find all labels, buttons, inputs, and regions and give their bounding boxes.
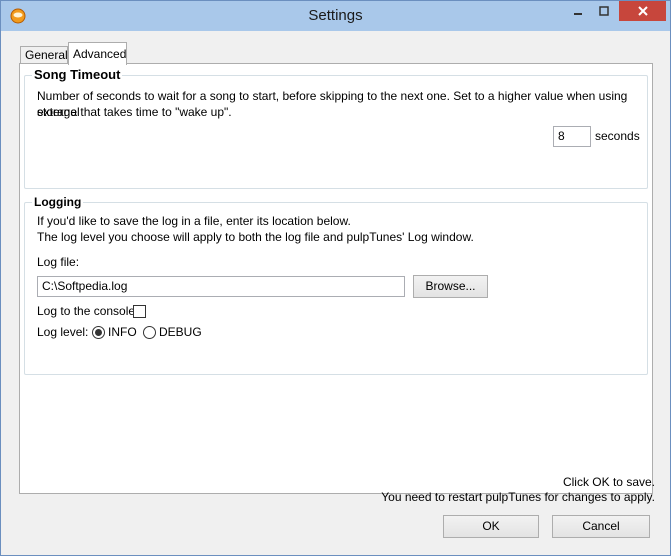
- song-timeout-description-2: storage that takes time to "wake up".: [37, 105, 232, 119]
- minimize-icon: [573, 13, 582, 15]
- close-icon: [637, 6, 648, 16]
- minimize-button[interactable]: [564, 1, 591, 21]
- log-level-label: Log level:: [37, 325, 89, 339]
- logging-group: Logging If you'd like to save the log in…: [24, 195, 648, 375]
- save-hint: Click OK to save.: [562, 475, 655, 489]
- maximize-button[interactable]: [591, 1, 617, 21]
- cancel-button[interactable]: Cancel: [552, 515, 650, 538]
- ok-button[interactable]: OK: [443, 515, 539, 538]
- tab-advanced[interactable]: Advanced: [68, 42, 127, 65]
- log-level-info-radio[interactable]: [92, 326, 105, 339]
- logging-title: Logging: [32, 195, 84, 209]
- logging-description-1: If you'd like to save the log in a file,…: [37, 214, 351, 228]
- timeout-seconds-input[interactable]: 8: [553, 126, 591, 147]
- log-level-debug-label[interactable]: DEBUG: [159, 324, 202, 340]
- logging-description-2: The log level you choose will apply to b…: [37, 230, 474, 244]
- browse-button[interactable]: Browse...: [413, 275, 488, 298]
- client-area: General Advanced Song Timeout Number of …: [9, 31, 662, 549]
- log-level-debug-radio[interactable]: [143, 326, 156, 339]
- log-console-label: Log to the console:: [37, 304, 139, 318]
- seconds-label: seconds: [595, 129, 640, 143]
- maximize-icon: [599, 6, 609, 16]
- close-button[interactable]: [619, 1, 666, 21]
- log-console-checkbox[interactable]: [133, 305, 146, 318]
- settings-window: Settings General Advanced Song Timeout N…: [0, 0, 671, 556]
- tab-general[interactable]: General: [20, 46, 68, 63]
- song-timeout-title: Song Timeout: [32, 67, 123, 82]
- log-file-input[interactable]: C:\Softpedia.log: [37, 276, 405, 297]
- song-timeout-group: Song Timeout Number of seconds to wait f…: [24, 67, 648, 189]
- log-file-label: Log file:: [37, 255, 80, 269]
- restart-hint: You need to restart pulpTunes for change…: [381, 490, 655, 504]
- log-level-info-label[interactable]: INFO: [108, 324, 137, 340]
- advanced-tab-panel: Song Timeout Number of seconds to wait f…: [19, 63, 653, 494]
- title-bar[interactable]: Settings: [1, 1, 670, 31]
